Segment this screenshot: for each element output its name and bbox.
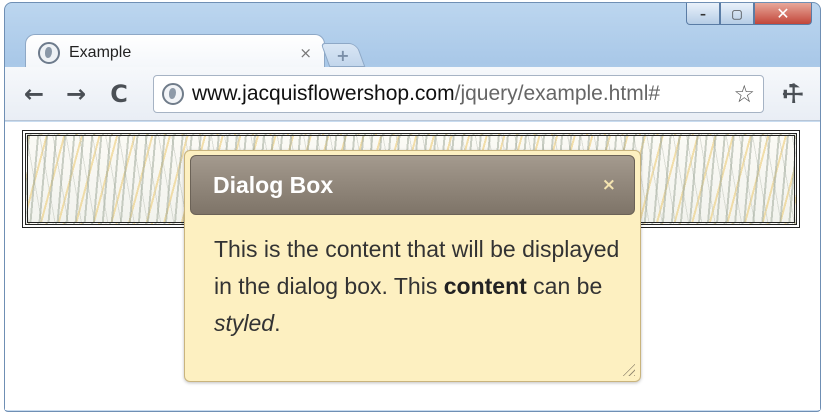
forward-button[interactable]: → (61, 80, 91, 108)
tab-title: Example (69, 43, 132, 61)
maximize-button[interactable]: ▢ (720, 3, 754, 25)
dialog-titlebar[interactable]: Dialog Box × (190, 155, 635, 215)
resize-grip-icon[interactable] (621, 362, 635, 376)
url-text[interactable]: www.jacquisflowershop.com/jquery/example… (192, 82, 733, 106)
wrench-menu-icon[interactable]: ⚒ (772, 73, 814, 115)
globe-icon (38, 41, 60, 64)
dialog-text-3: . (274, 310, 281, 336)
url-path: /jquery/example.html# (454, 82, 661, 105)
dialog-text-2: can be (526, 273, 603, 299)
bookmark-star-icon[interactable]: ☆ (733, 80, 755, 108)
reload-button[interactable]: C (104, 80, 134, 108)
dialog-italic-text: styled (214, 310, 275, 336)
dialog-content: This is the content that will be display… (214, 231, 624, 342)
dialog-close-icon[interactable]: × (602, 175, 616, 195)
dialog-bold-text: content (443, 273, 527, 299)
plus-icon: + (336, 45, 350, 65)
url-domain: www.jacquisflowershop.com (192, 82, 455, 105)
address-bar[interactable]: www.jacquisflowershop.com/jquery/example… (153, 75, 764, 113)
browser-toolbar: ← → C www.jacquisflowershop.com/jquery/e… (5, 67, 820, 121)
site-globe-icon (162, 83, 184, 105)
new-tab-button[interactable]: + (320, 43, 366, 67)
dialog-title: Dialog Box (213, 171, 334, 198)
window-close-button[interactable]: ✕ (754, 3, 812, 25)
tab-close-icon[interactable]: × (299, 44, 312, 62)
dialog-box[interactable]: Dialog Box × This is the content that wi… (184, 150, 641, 382)
minimize-button[interactable]: – (686, 3, 720, 25)
window-controls: – ▢ ✕ (686, 3, 812, 25)
back-button[interactable]: ← (19, 80, 49, 108)
tab-example[interactable]: Example × (25, 34, 325, 70)
